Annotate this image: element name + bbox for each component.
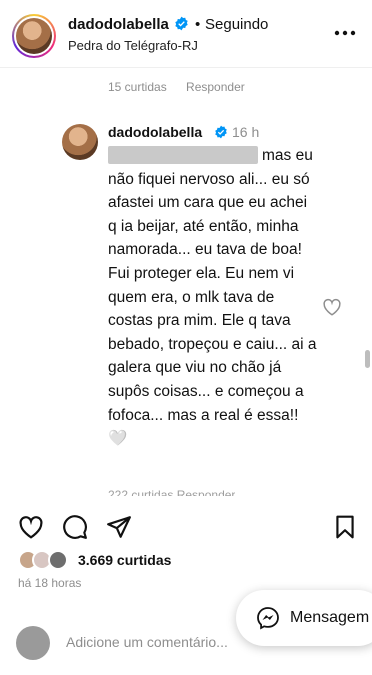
likes-row[interactable]: 3.669 curtidas <box>0 544 372 574</box>
comment-text-body: eu não fiquei nervoso ali... eu só afast… <box>108 147 317 448</box>
verified-badge-icon <box>175 16 188 31</box>
save-bookmark-icon[interactable] <box>332 514 358 540</box>
location-link[interactable]: Pedra do Telégrafo-RJ <box>68 38 198 53</box>
add-comment-input[interactable]: Adicione um comentário... <box>66 634 228 650</box>
comments-panel[interactable]: 15 curtidas Responder dadodolabella 16 h… <box>0 68 372 508</box>
comment-text: mas eu não fiquei nervoso ali... eu só a… <box>108 144 318 451</box>
username[interactable]: dadodolabella <box>68 16 169 33</box>
comment-meta-cut: 222 curtidas Responder <box>108 488 236 496</box>
follow-status-button[interactable]: Seguindo <box>205 16 268 33</box>
like-heart-icon[interactable] <box>18 514 44 540</box>
current-user-avatar <box>16 626 50 660</box>
comment-avatar[interactable] <box>62 124 98 160</box>
comment-like-heart-icon[interactable] <box>322 298 342 316</box>
more-options-icon[interactable] <box>334 30 356 36</box>
previous-comment-reply[interactable]: Responder <box>186 80 245 94</box>
previous-comment-meta: 15 curtidas Responder <box>108 80 261 94</box>
comment-time: 16 h <box>232 124 260 140</box>
comments-scrollbar[interactable] <box>365 350 370 368</box>
profile-avatar[interactable] <box>12 14 56 58</box>
comment-bubble-icon[interactable] <box>62 514 88 540</box>
comment-username[interactable]: dadodolabella <box>108 124 202 140</box>
comment-text-lead: mas <box>262 147 292 164</box>
likes-count[interactable]: 3.669 curtidas <box>78 552 171 568</box>
comment-verified-badge-icon <box>215 125 227 139</box>
liker-avatar <box>48 550 68 570</box>
share-send-icon[interactable] <box>106 514 132 540</box>
messenger-icon <box>257 607 279 630</box>
message-button-label: Mensagem <box>290 609 370 626</box>
post-timestamp: há 18 horas <box>18 576 82 590</box>
message-button[interactable]: Mensagem <box>236 590 372 646</box>
post-header: dadodolabella • Seguindo Pedra do Telégr… <box>0 0 372 68</box>
post-action-bar <box>0 508 372 544</box>
separator-dot: • <box>195 16 201 33</box>
previous-comment-likes[interactable]: 15 curtidas <box>108 80 167 94</box>
